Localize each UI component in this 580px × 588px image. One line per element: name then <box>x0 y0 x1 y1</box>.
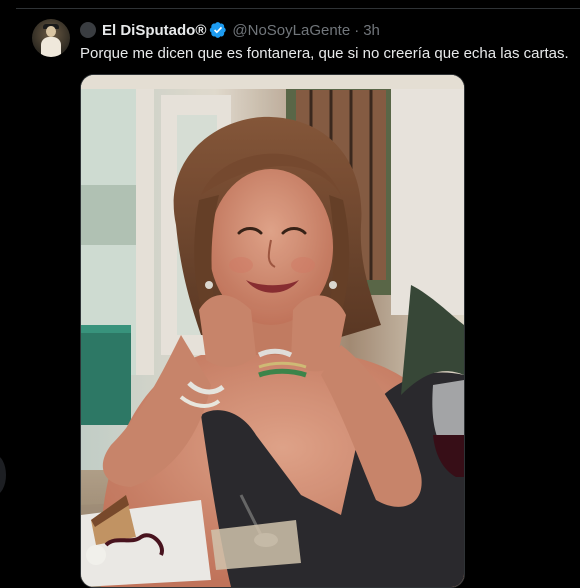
avatar[interactable] <box>32 19 70 57</box>
tweet-header: El DiSputado® @NoSoyLaGente · 3h <box>80 20 380 40</box>
handle[interactable]: @NoSoyLaGente <box>232 22 350 39</box>
tweet[interactable]: El DiSputado® @NoSoyLaGente · 3h Porque … <box>0 12 580 588</box>
photo-illustration <box>81 75 464 587</box>
verified-badge-icon <box>209 21 227 39</box>
timestamp[interactable]: 3h <box>363 22 380 39</box>
avatar-head <box>46 26 56 37</box>
status-dot-icon <box>80 22 96 38</box>
avatar-body <box>41 37 61 57</box>
timeline-divider <box>16 0 580 9</box>
separator-dot: · <box>354 21 360 39</box>
tweet-text: Porque me dicen que es fontanera, que si… <box>80 45 569 62</box>
tweet-photo[interactable] <box>80 74 465 588</box>
display-name[interactable]: El DiSputado® <box>102 22 206 39</box>
